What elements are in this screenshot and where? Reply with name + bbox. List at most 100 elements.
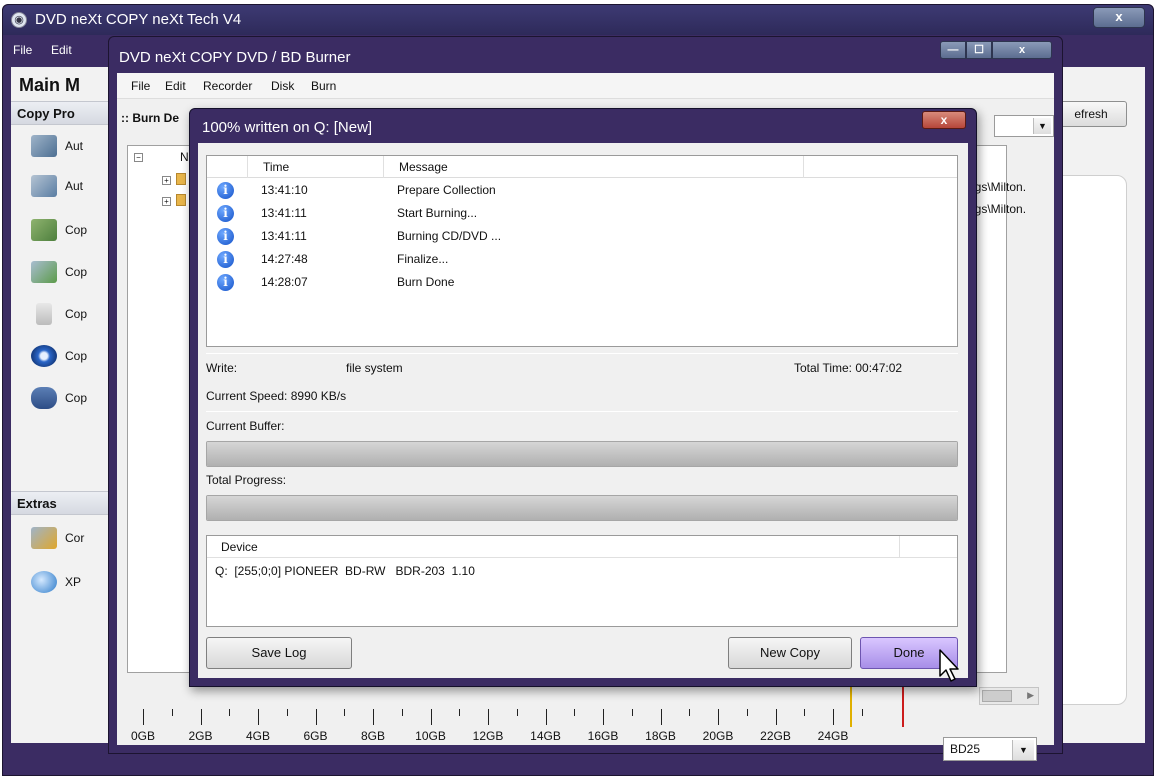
new-copy-button[interactable]: New Copy	[728, 637, 852, 669]
chevron-down-icon[interactable]: ▼	[1033, 118, 1051, 134]
progress-label: Total Progress:	[206, 473, 287, 487]
disc-copy-icon	[31, 175, 57, 197]
mouse-cursor-icon	[939, 649, 959, 682]
log-time: 14:28:07	[261, 275, 308, 289]
tree-expand-icon[interactable]: +	[162, 197, 171, 206]
horizontal-scrollbar[interactable]: ▶	[979, 687, 1039, 705]
sidebar-item-label: Cop	[65, 265, 88, 279]
log-time: 13:41:10	[261, 183, 308, 197]
ruler-minor-tick	[171, 709, 173, 716]
tree-expand-icon[interactable]: +	[162, 176, 171, 185]
column-time[interactable]: Time	[263, 160, 289, 174]
ruler-label: 18GB	[645, 729, 676, 743]
ruler-major-tick	[833, 709, 834, 725]
minimize-button[interactable]: —	[940, 41, 966, 59]
ruler-label: 10GB	[415, 729, 446, 743]
ruler-minor-tick	[344, 709, 346, 716]
sidebar-title: Main M	[19, 75, 80, 95]
device-list[interactable]: Device Q: [255;0;0] PIONEER BD-RW BDR-20…	[206, 535, 958, 627]
top-dropdown[interactable]: ▼	[994, 115, 1054, 137]
ruler-minor-tick	[861, 709, 863, 716]
ruler-major-tick	[373, 709, 374, 725]
sidebar-item-copy-1[interactable]: Cop	[31, 215, 87, 245]
column-message[interactable]: Message	[399, 160, 448, 174]
menu-file[interactable]: File	[131, 79, 150, 93]
sidebar-item-copy-5[interactable]: Cop	[31, 383, 87, 413]
ruler-major-tick	[488, 709, 489, 725]
disc-type-value: BD25	[950, 742, 981, 756]
log-message: Prepare Collection	[397, 183, 496, 197]
sidebar-item-convert[interactable]: Cor	[31, 523, 84, 553]
log-row[interactable]: i 14:27:48 Finalize...	[207, 249, 957, 272]
sidebar-item-copy-3[interactable]: Cop	[31, 299, 87, 329]
ruler-label: 20GB	[702, 729, 734, 743]
menu-disk[interactable]: Disk	[271, 79, 294, 93]
folder-icon	[176, 173, 186, 185]
total-progress-fill	[207, 496, 957, 520]
column-separator	[247, 156, 248, 178]
dialog-close-button[interactable]: x	[922, 111, 966, 129]
device-icon	[36, 303, 52, 325]
ruler-minor-tick	[516, 709, 518, 716]
burner-close-button[interactable]: x	[992, 41, 1052, 59]
log-list[interactable]: Time Message i 13:41:10 Prepare Collecti…	[206, 155, 958, 347]
sidebar-item-copy-4[interactable]: Cop	[31, 341, 87, 371]
log-row[interactable]: i 13:41:11 Start Burning...	[207, 203, 957, 226]
copy-check-icon	[31, 261, 57, 283]
ruler-minor-tick	[631, 709, 633, 716]
ruler-minor-tick	[804, 709, 806, 716]
menu-burn[interactable]: Burn	[311, 79, 336, 93]
ruler-major-tick	[143, 709, 144, 725]
sidebar-item-copy-2[interactable]: Cop	[31, 257, 87, 287]
log-row[interactable]: i 13:41:10 Prepare Collection	[207, 180, 957, 203]
dialog-title: 100% written on Q: [New]	[202, 119, 373, 136]
main-titlebar[interactable]: ◉ DVD neXt COPY neXt Tech V4 x	[3, 5, 1153, 35]
menu-edit[interactable]: Edit	[165, 79, 186, 93]
log-row[interactable]: i 14:28:07 Burn Done	[207, 272, 957, 295]
burner-menubar: File Edit Recorder Disk Burn	[117, 73, 1054, 99]
capacity-ruler: 0GB 2GB 4GB 6GB 8GB 10GB 12GB 14GB 16GB 18GB 20GB 2…	[125, 681, 904, 747]
save-log-button[interactable]: Save Log	[206, 637, 352, 669]
main-menu-file[interactable]: File	[13, 43, 32, 57]
log-time: 14:27:48	[261, 252, 308, 266]
log-message: Finalize...	[397, 252, 449, 266]
total-progress-bar	[206, 495, 958, 521]
device-row[interactable]: Q: [255;0;0] PIONEER BD-RW BDR-203 1.10	[215, 564, 475, 578]
column-separator	[383, 156, 384, 178]
total-time: Total Time: 00:47:02	[794, 361, 903, 375]
sidebar-item-label: Aut	[65, 179, 84, 193]
ruler-major-tick	[258, 709, 259, 725]
maximize-button[interactable]: ☐	[966, 41, 992, 59]
log-time: 13:41:11	[261, 206, 307, 220]
main-menu-edit[interactable]: Edit	[51, 43, 72, 57]
menu-recorder[interactable]: Recorder	[203, 79, 252, 93]
scroll-right-icon[interactable]: ▶	[1027, 690, 1034, 701]
ruler-label: 0GB	[130, 729, 156, 743]
main-close-button[interactable]: x	[1093, 7, 1145, 28]
sidebar-item-auto-1[interactable]: Aut	[31, 131, 83, 161]
tree-root-label[interactable]: N	[180, 150, 189, 164]
tree-collapse-icon[interactable]: −	[134, 153, 143, 162]
ruler-major-tick	[200, 709, 202, 725]
disc-icon	[31, 345, 57, 367]
refresh-button[interactable]: efresh	[1055, 101, 1127, 127]
sidebar-item-label: Cop	[65, 349, 88, 363]
sidebar-item-label: Aut	[65, 139, 84, 153]
divider	[206, 411, 958, 412]
sidebar-item-auto-2[interactable]: Aut	[31, 171, 83, 201]
ruler-major-tick	[718, 709, 719, 725]
disc-type-select[interactable]: BD25 ▼	[943, 737, 1037, 761]
chevron-down-icon[interactable]: ▼	[1012, 740, 1034, 760]
capacity-limit-marker	[902, 681, 904, 727]
burner-titlebar[interactable]: DVD neXt COPY DVD / BD Burner — ☐ x	[109, 37, 1062, 73]
log-header: Time Message	[207, 156, 957, 178]
copy-movie-icon	[31, 219, 57, 241]
sidebar-item-label: XP	[65, 575, 82, 589]
log-row[interactable]: i 13:41:11 Burning CD/DVD ...	[207, 226, 957, 249]
gamepad-icon	[31, 387, 57, 409]
column-device[interactable]: Device	[221, 540, 258, 554]
ruler-label: 22GB	[760, 729, 791, 743]
scrollbar-thumb[interactable]	[982, 690, 1012, 702]
sidebar-item-xp[interactable]: XP	[31, 567, 81, 597]
ruler-major-tick	[603, 709, 604, 725]
